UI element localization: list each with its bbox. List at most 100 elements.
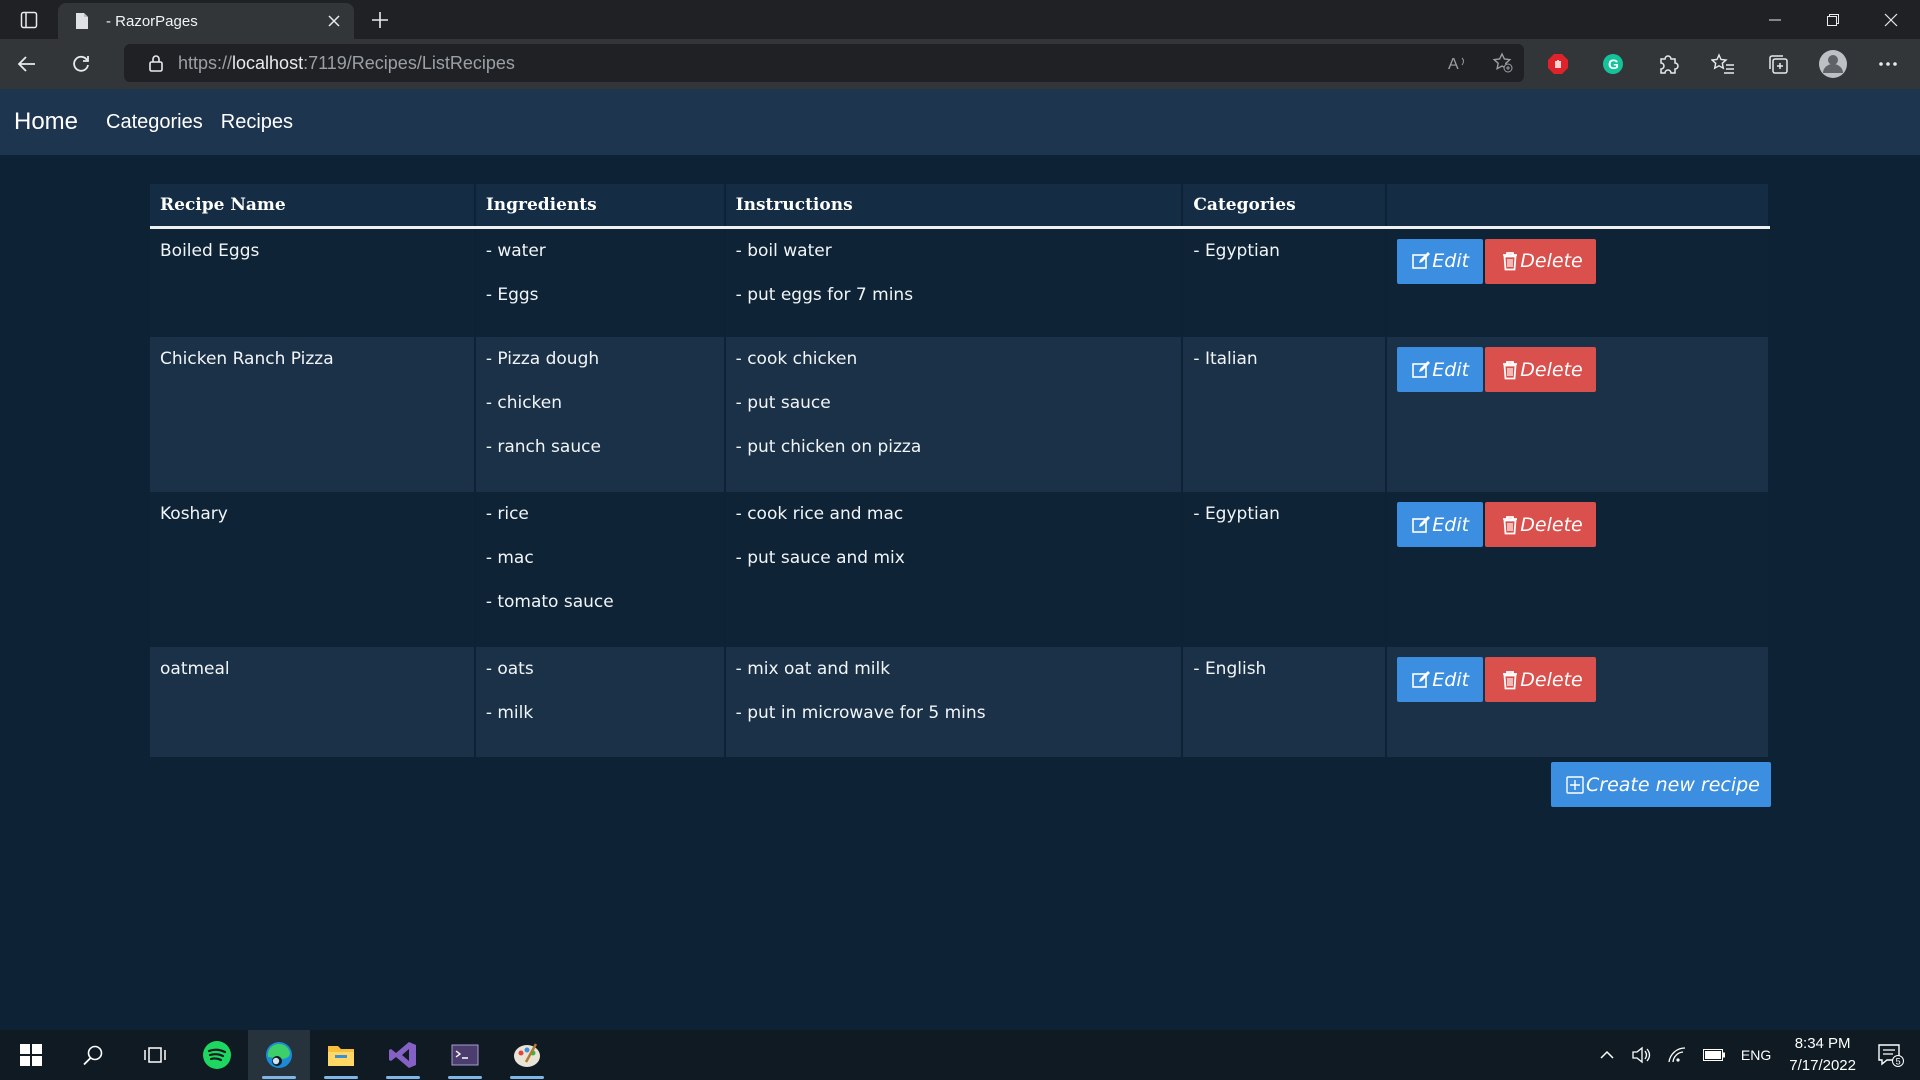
edit-button[interactable]: Edit [1397,502,1484,547]
delete-button[interactable]: Delete [1485,238,1597,284]
clock-date: 7/17/2022 [1789,1057,1856,1074]
terminal-taskbar-button[interactable] [434,1030,496,1080]
header-ingredients: Ingredients [474,184,726,229]
grammarly-extension-button[interactable]: G [1585,39,1640,89]
minimize-icon [1769,19,1781,20]
network-button[interactable] [1667,1046,1687,1064]
delete-button[interactable]: Delete [1485,347,1597,392]
paint-icon [514,1043,540,1067]
tab-close-icon[interactable] [324,11,344,31]
browser-tab-bar: - RazorPages [0,0,1920,39]
visual-studio-taskbar-button[interactable] [372,1030,434,1080]
language-indicator[interactable]: ENG [1741,1047,1771,1063]
edit-button[interactable]: Edit [1397,657,1484,702]
stop-hand-icon [1547,54,1568,74]
running-app-indicator [510,1076,544,1079]
notifications-button[interactable]: 5 [1878,1043,1904,1067]
categories-cell: - Egyptian [1182,227,1388,337]
svg-text:G: G [1608,56,1619,72]
lock-icon[interactable] [148,54,164,72]
window-controls [1746,0,1920,39]
extensions-button[interactable] [1640,39,1695,89]
taskbar-search-button[interactable] [62,1030,124,1080]
trash-icon [1503,670,1518,689]
delete-label: Delete [1520,358,1583,381]
wifi-icon [1668,1047,1685,1063]
edge-taskbar-button[interactable] [248,1030,310,1080]
instructions-item: - boil water [735,240,832,261]
puzzle-icon [1659,55,1679,74]
trash-icon [1503,360,1518,379]
spotify-taskbar-button[interactable] [186,1030,248,1080]
actions-cell: Edit Delete [1386,647,1770,757]
close-window-button[interactable] [1862,0,1920,39]
recipe-name-cell: Chicken Ranch Pizza [150,337,476,492]
profile-button[interactable] [1805,39,1860,89]
running-app-indicator [386,1076,420,1079]
add-favorite-icon[interactable] [1492,52,1514,74]
create-new-recipe-button[interactable]: Create new recipe [1551,762,1771,807]
adblock-extension-button[interactable] [1530,39,1585,89]
refresh-button[interactable] [54,39,108,89]
show-hidden-icons-button[interactable] [1599,1050,1615,1060]
system-tray: ENG 8:34 PM 7/17/2022 5 [1591,1030,1920,1080]
new-tab-button[interactable] [360,0,400,39]
extensions-area: G [1530,39,1915,89]
minimize-button[interactable] [1746,0,1804,39]
back-button[interactable] [0,39,54,89]
categories-item: - English [1193,659,1267,679]
edge-icon [266,1042,292,1068]
instructions-cell: - cook chicken - put sauce - put chicken o… [724,337,1184,492]
terminal-icon [451,1044,479,1066]
grammarly-icon: G [1602,54,1623,74]
nav-categories-link[interactable]: Categories [106,111,203,134]
settings-menu-button[interactable] [1860,39,1915,89]
search-icon [83,1045,103,1066]
delete-label: Delete [1520,513,1583,536]
instructions-item: - put eggs for 7 mins [735,284,914,305]
running-app-indicator [448,1076,482,1079]
file-explorer-taskbar-button[interactable] [310,1030,372,1080]
paint-taskbar-button[interactable] [496,1030,558,1080]
instructions-cell: - mix oat and milk - put in microwave for… [724,647,1184,757]
clock[interactable]: 8:34 PM 7/17/2022 [1789,1033,1856,1077]
task-view-button[interactable] [124,1030,186,1080]
favorites-button[interactable] [1695,39,1750,89]
nav-home-link[interactable]: Home [14,108,78,136]
active-app-indicator [262,1076,296,1079]
categories-item: - Egyptian [1193,504,1280,524]
delete-button[interactable]: Delete [1485,657,1597,702]
header-actions [1386,184,1770,229]
header-instructions: Instructions [724,184,1184,229]
edit-button[interactable]: Edit [1397,347,1484,392]
restore-button[interactable] [1804,0,1862,39]
instructions-cell: - boil water - put eggs for 7 mins [724,227,1184,337]
site-navbar: Home Categories Recipes [0,89,1920,155]
table-row: Koshary - rice - mac - tomato sauce - cook r… [150,492,1770,647]
tab-title: - RazorPages [106,12,198,30]
address-bar[interactable]: https://localhost:7119/Recipes/ListRecip… [124,44,1524,82]
browser-tab-active[interactable]: - RazorPages [58,3,354,39]
delete-button[interactable]: Delete [1485,502,1597,547]
windows-taskbar: ENG 8:34 PM 7/17/2022 5 [0,1030,1920,1080]
categories-cell: - English [1182,647,1388,757]
categories-item: - Italian [1193,349,1258,369]
edit-label: Edit [1432,250,1470,272]
edit-pencil-icon [1412,515,1431,533]
collections-button[interactable] [1750,39,1805,89]
start-button[interactable] [0,1030,62,1080]
instructions-item: - put sauce and mix [735,548,905,568]
more-options-icon [1878,62,1897,66]
battery-button[interactable] [1702,1049,1725,1061]
read-aloud-icon[interactable]: A [1448,53,1470,73]
edit-button[interactable]: Edit [1397,238,1484,284]
table-header-row: Recipe Name Ingredients Instructions Cat… [150,184,1770,229]
instructions-item: - put chicken on pizza [735,437,922,457]
restore-icon [1827,13,1839,26]
nav-recipes-link[interactable]: Recipes [221,111,293,134]
tab-actions-icon [20,11,38,28]
tab-actions-button[interactable] [0,0,58,39]
recipe-name: Chicken Ranch Pizza [160,349,334,369]
categories-item: - Egyptian [1193,240,1280,261]
volume-button[interactable] [1631,1046,1651,1064]
